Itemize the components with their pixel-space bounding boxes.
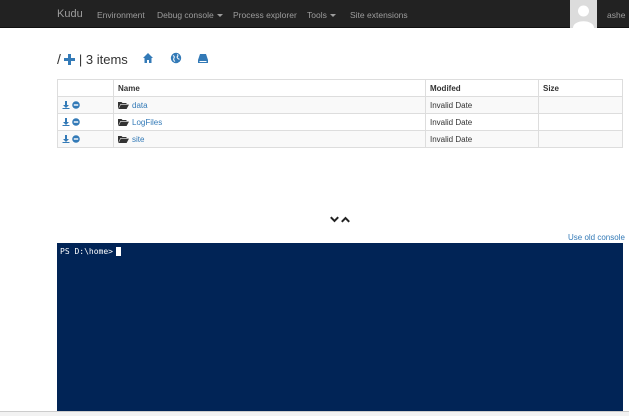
row-name: LogFiles — [113, 113, 426, 131]
top-navbar: Kudu Environment Debug console Process e… — [0, 0, 629, 28]
size-header[interactable]: Size — [538, 79, 623, 97]
nav-tools-label: Tools — [307, 10, 327, 20]
folder-link-data[interactable]: data — [132, 101, 148, 110]
nav-process-explorer[interactable]: Process explorer — [233, 10, 297, 20]
home-icon[interactable] — [142, 52, 154, 64]
chevron-down-icon[interactable] — [330, 216, 339, 223]
modified-header[interactable]: Modifed — [425, 79, 539, 97]
folder-open-icon — [118, 136, 129, 143]
caret-down-icon — [329, 14, 336, 18]
file-table: Name Modifed Size data Invalid Date LogF… — [57, 79, 623, 148]
chevron-up-icon[interactable] — [341, 216, 350, 223]
console-cursor — [115, 247, 121, 256]
window-bottom-edge — [0, 411, 629, 416]
row-name: data — [113, 96, 426, 114]
table-header-row: Name Modifed Size — [57, 79, 623, 97]
nav-debug-console[interactable]: Debug console — [157, 10, 223, 20]
avatar[interactable] — [570, 0, 597, 28]
nav-debug-console-label: Debug console — [157, 10, 214, 20]
user-name[interactable]: ashe — [607, 10, 629, 20]
actions-header — [57, 79, 114, 97]
row-actions — [57, 96, 114, 114]
row-modified: Invalid Date — [425, 130, 539, 148]
minus-circle-icon[interactable] — [72, 135, 80, 143]
row-size — [538, 96, 623, 114]
folder-link-site[interactable]: site — [132, 135, 144, 144]
row-actions — [57, 113, 114, 131]
caret-down-icon — [216, 14, 223, 18]
brand-link[interactable]: Kudu — [57, 8, 83, 20]
row-size — [538, 130, 623, 148]
row-name: site — [113, 130, 426, 148]
download-icon[interactable] — [62, 118, 70, 126]
row-size — [538, 113, 623, 131]
nav-environment[interactable]: Environment — [97, 10, 145, 20]
resize-toggle — [330, 216, 350, 223]
root-path-link[interactable]: / — [57, 51, 61, 67]
name-header[interactable]: Name — [113, 79, 426, 97]
minus-circle-icon[interactable] — [72, 101, 80, 109]
table-row: site Invalid Date — [57, 130, 623, 148]
folder-open-icon — [118, 102, 129, 109]
folder-link-logfiles[interactable]: LogFiles — [132, 118, 162, 127]
console-prompt: PS D:\home> — [60, 247, 121, 256]
powershell-console[interactable]: PS D:\home> — [57, 243, 623, 411]
download-icon[interactable] — [62, 101, 70, 109]
nav-tools[interactable]: Tools — [307, 10, 336, 20]
row-modified: Invalid Date — [425, 96, 539, 114]
prompt-text: PS D:\home> — [60, 247, 113, 256]
breadcrumb: / | 3 items — [57, 49, 128, 69]
row-modified: Invalid Date — [425, 113, 539, 131]
table-row: data Invalid Date — [57, 96, 623, 114]
globe-icon[interactable] — [170, 52, 182, 64]
drive-icon[interactable] — [197, 52, 209, 64]
table-row: LogFiles Invalid Date — [57, 113, 623, 131]
nav-site-extensions[interactable]: Site extensions — [350, 10, 408, 20]
minus-circle-icon[interactable] — [72, 118, 80, 126]
use-old-console-link[interactable]: Use old console — [568, 233, 625, 242]
row-actions — [57, 130, 114, 148]
plus-icon[interactable] — [63, 53, 75, 65]
folder-open-icon — [118, 119, 129, 126]
item-count: | 3 items — [78, 51, 128, 67]
download-icon[interactable] — [62, 135, 70, 143]
